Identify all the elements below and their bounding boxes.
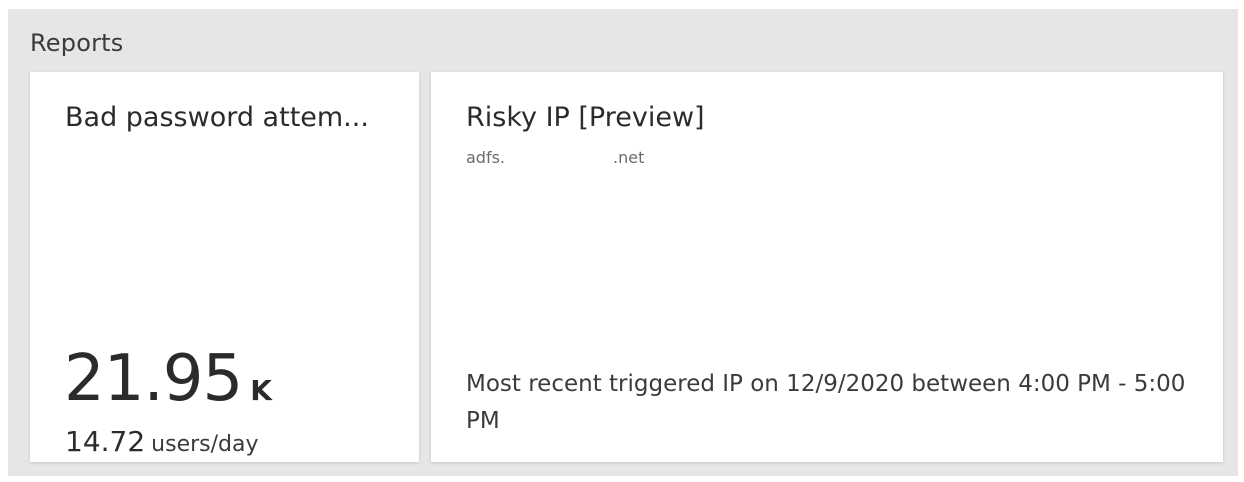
server-prefix: adfs. bbox=[466, 148, 506, 167]
secondary-unit: users/day bbox=[151, 432, 259, 457]
primary-metric: 21.95 K bbox=[64, 342, 272, 416]
tile-subtitle-server: adfs. .net bbox=[466, 148, 644, 167]
reports-section: Reports Bad password attem... 21.95 K 14… bbox=[8, 9, 1238, 476]
metric-value: 21.95 bbox=[64, 342, 243, 416]
server-suffix: .net bbox=[613, 148, 645, 167]
bad-password-attempts-tile[interactable]: Bad password attem... 21.95 K 14.72 user… bbox=[30, 72, 419, 462]
secondary-value: 14.72 bbox=[65, 425, 146, 458]
tile-title: Bad password attem... bbox=[65, 102, 369, 133]
tile-description: Most recent triggered IP on 12/9/2020 be… bbox=[466, 371, 1186, 434]
tile-title: Risky IP [Preview] bbox=[466, 102, 705, 133]
section-title: Reports bbox=[30, 29, 124, 57]
redacted-region bbox=[505, 149, 614, 163]
metric-unit: K bbox=[250, 374, 272, 407]
secondary-metric: 14.72 users/day bbox=[65, 425, 259, 458]
risky-ip-tile[interactable]: Risky IP [Preview] adfs. .net Most recen… bbox=[431, 72, 1223, 462]
